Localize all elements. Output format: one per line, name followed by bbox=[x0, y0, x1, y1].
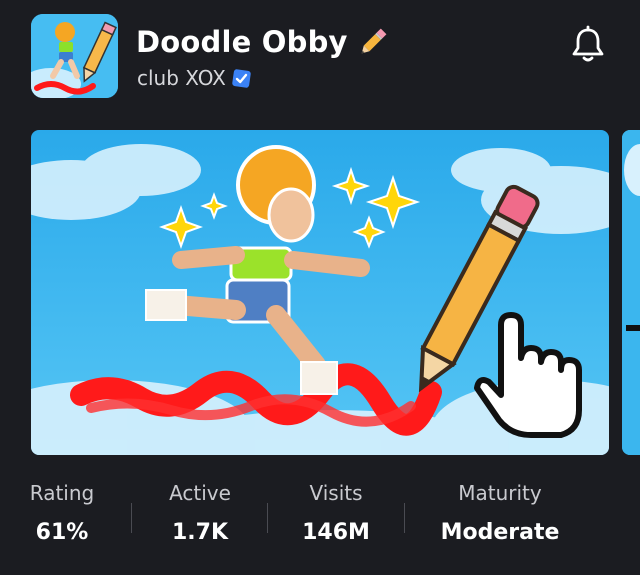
bell-icon[interactable] bbox=[567, 25, 609, 67]
pencil-icon bbox=[361, 28, 387, 54]
game-stats: Rating 61% Active 1.7K Visits 146M Matur… bbox=[0, 480, 640, 550]
stat-visits: Visits 146M bbox=[295, 480, 377, 548]
stat-divider bbox=[404, 503, 405, 533]
game-title: Doodle Obby bbox=[136, 25, 348, 59]
stat-divider bbox=[131, 503, 132, 533]
stat-divider bbox=[267, 503, 268, 533]
game-thumbnail[interactable] bbox=[31, 130, 609, 455]
game-icon[interactable] bbox=[31, 14, 118, 98]
stat-active: Active 1.7K bbox=[159, 480, 241, 548]
stat-value: Moderate bbox=[440, 520, 560, 545]
stat-label: Visits bbox=[309, 481, 363, 505]
verified-badge-icon bbox=[232, 68, 251, 88]
stat-maturity: Maturity Moderate bbox=[435, 480, 565, 548]
creator-name[interactable]: club XOX bbox=[137, 66, 226, 90]
stat-value: 61% bbox=[35, 520, 89, 545]
stat-value: 1.7K bbox=[171, 520, 229, 545]
stat-label: Active bbox=[169, 481, 231, 505]
stat-label: Rating bbox=[29, 481, 95, 505]
game-header: Doodle Obby club XOX bbox=[0, 0, 640, 120]
stat-label: Maturity bbox=[458, 481, 542, 505]
next-thumbnail-peek[interactable] bbox=[622, 130, 640, 455]
stat-value: 146M bbox=[302, 520, 370, 545]
stat-rating: Rating 61% bbox=[21, 480, 103, 548]
